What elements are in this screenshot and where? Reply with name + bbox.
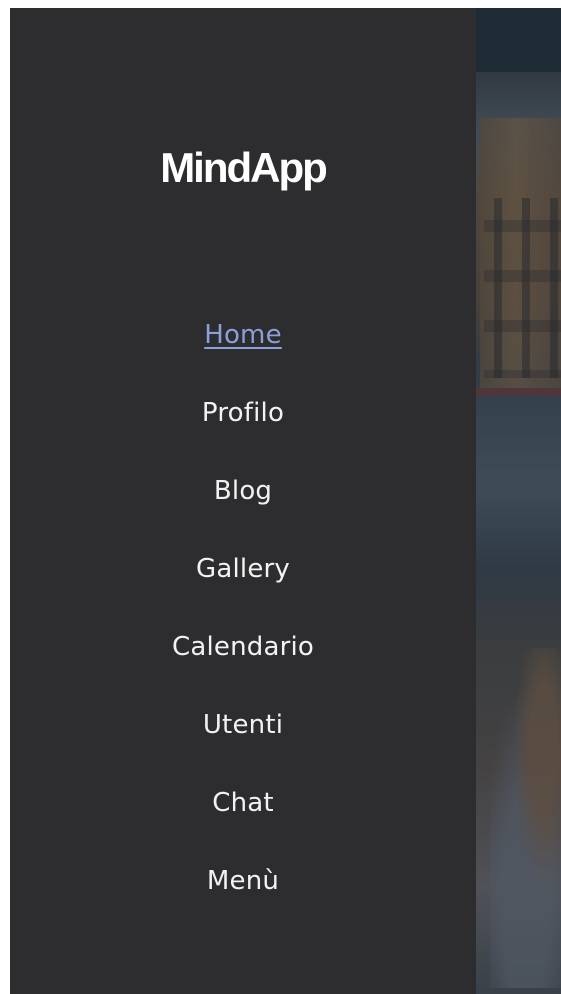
nav-link-blog[interactable]: Blog	[214, 476, 272, 506]
nav-link-home[interactable]: Home	[204, 320, 282, 350]
nav-item-utenti: Utenti	[10, 686, 476, 764]
nav-link-utenti[interactable]: Utenti	[203, 710, 283, 740]
app-logo[interactable]: MindApp	[10, 144, 476, 192]
nav-link-calendario[interactable]: Calendario	[172, 632, 314, 662]
nav-link-chat[interactable]: Chat	[212, 788, 274, 818]
side-drawer: MindApp Home Profilo Blog Gallery Calend…	[10, 8, 476, 994]
nav-link-profilo[interactable]: Profilo	[202, 398, 284, 428]
nav-item-calendario: Calendario	[10, 608, 476, 686]
nav-item-gallery: Gallery	[10, 530, 476, 608]
nav-link-gallery[interactable]: Gallery	[196, 554, 290, 584]
nav-item-chat: Chat	[10, 764, 476, 842]
nav-link-menu[interactable]: Menù	[207, 866, 279, 896]
nav-item-profilo: Profilo	[10, 374, 476, 452]
app-frame: MindApp Home Profilo Blog Gallery Calend…	[10, 8, 561, 994]
nav-item-blog: Blog	[10, 452, 476, 530]
drawer-nav-list: Home Profilo Blog Gallery Calendario Ute…	[10, 296, 476, 920]
nav-item-menu: Menù	[10, 842, 476, 920]
nav-item-home: Home	[10, 296, 476, 374]
